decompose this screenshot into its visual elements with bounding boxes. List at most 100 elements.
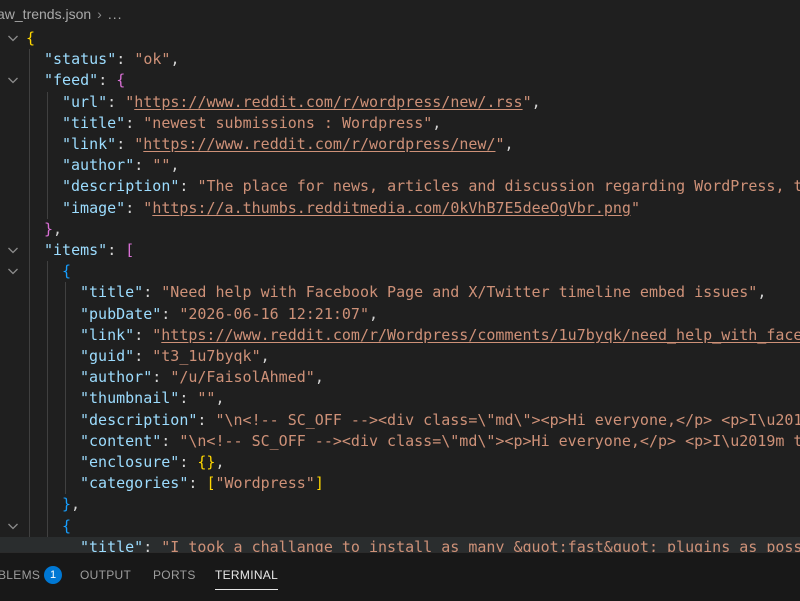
code-line[interactable]: { bbox=[0, 261, 800, 282]
code-line[interactable]: { bbox=[0, 516, 800, 537]
code-token: , bbox=[71, 495, 81, 514]
code-token: "link" bbox=[80, 325, 135, 344]
code-token: "author" bbox=[80, 368, 153, 387]
code-token: : bbox=[143, 283, 162, 302]
code-line[interactable]: "title": "I took a challange to install … bbox=[0, 536, 800, 552]
code-token: : bbox=[179, 389, 198, 408]
code-token: " bbox=[134, 135, 144, 153]
code-token: "thumbnail" bbox=[80, 389, 180, 408]
code-token: : bbox=[116, 50, 135, 69]
code-line[interactable]: "guid": "t3_1u7byqk", bbox=[0, 346, 800, 367]
code-token: "categories" bbox=[80, 474, 189, 493]
code-line[interactable]: "title": "Need help with Facebook Page a… bbox=[0, 282, 800, 303]
code-line[interactable]: "feed": { bbox=[0, 70, 800, 91]
code-line[interactable]: "image": "https://a.thumbs.redditmedia.c… bbox=[0, 198, 800, 219]
code-text: "categories": ["Wordpress"] bbox=[80, 473, 324, 494]
code-token: "link" bbox=[62, 135, 117, 153]
code-token: : bbox=[161, 431, 180, 450]
code-line[interactable]: "thumbnail": "", bbox=[0, 388, 800, 409]
code-token: , bbox=[215, 389, 225, 408]
code-token: : bbox=[179, 453, 198, 471]
code-token: : bbox=[161, 304, 180, 323]
code-text: "enclosure": {}, bbox=[80, 452, 225, 473]
tab-ports[interactable]: PORTS bbox=[153, 566, 196, 584]
tab-terminal-label: TERMINAL bbox=[215, 568, 279, 582]
code-token: "Need help with Facebook Page and X/Twit… bbox=[161, 283, 758, 302]
code-line[interactable]: "link": "https://www.reddit.com/r/Wordpr… bbox=[0, 325, 800, 346]
code-token: { bbox=[116, 71, 126, 90]
code-line[interactable]: "url": "https://www.reddit.com/r/wordpre… bbox=[0, 92, 800, 113]
code-token: "title" bbox=[80, 283, 144, 302]
breadcrumb-file[interactable]: aw_trends.json bbox=[0, 6, 91, 22]
code-editor[interactable]: {"status": "ok", "feed": {"url": "https:/… bbox=[0, 28, 800, 552]
panel-tab-bar: BLEMS 1 OUTPUT PORTS TERMINAL bbox=[0, 552, 800, 601]
code-token: : bbox=[179, 177, 198, 196]
code-text: "items": [ bbox=[44, 240, 134, 261]
code-line[interactable]: "categories": ["Wordpress"] bbox=[0, 473, 800, 494]
code-line[interactable]: "pubDate": "2026-06-16 12:21:07", bbox=[0, 304, 800, 325]
code-link[interactable]: https://www.reddit.com/r/Wordpress/comme… bbox=[161, 326, 800, 344]
code-token: "\n<!-- SC_OFF --><div class=\"md\"><p>H… bbox=[179, 431, 800, 450]
code-token: "I took a challange to install as many &… bbox=[161, 537, 800, 552]
code-text: { bbox=[62, 516, 71, 537]
tab-output-label: OUTPUT bbox=[80, 568, 132, 582]
code-token: } bbox=[44, 219, 54, 238]
code-token: "author" bbox=[62, 156, 135, 175]
code-token: " bbox=[495, 135, 505, 153]
code-line[interactable]: "title": "newest submissions : Wordpress… bbox=[0, 113, 800, 134]
code-token: : bbox=[107, 241, 126, 259]
tab-output[interactable]: OUTPUT bbox=[80, 566, 131, 584]
code-text: "thumbnail": "", bbox=[80, 388, 225, 409]
code-token: "image" bbox=[62, 198, 126, 217]
code-text: "link": "https://www.reddit.com/r/wordpr… bbox=[62, 134, 514, 155]
code-text: "feed": { bbox=[44, 70, 125, 91]
code-token: "2026-06-16 12:21:07" bbox=[179, 304, 369, 323]
problems-count-badge: 1 bbox=[44, 566, 63, 584]
code-token: " bbox=[522, 92, 532, 111]
code-link[interactable]: https://a.thumbs.redditmedia.com/0kVhB7E… bbox=[152, 199, 631, 217]
code-token: "\n<!-- SC_OFF --><div class=\"md\"><p>H… bbox=[215, 410, 800, 429]
tab-problems[interactable]: BLEMS 1 bbox=[0, 566, 63, 584]
code-token: , bbox=[504, 135, 514, 153]
code-line[interactable]: "enclosure": {}, bbox=[0, 452, 800, 473]
code-token: : bbox=[134, 325, 153, 344]
code-line[interactable]: { bbox=[0, 28, 800, 49]
code-token: , bbox=[369, 304, 379, 323]
code-token: [ bbox=[125, 241, 135, 259]
code-token: "" bbox=[152, 156, 171, 175]
fold-chevron-icon[interactable] bbox=[7, 516, 21, 537]
code-token: : bbox=[188, 474, 207, 493]
tab-terminal[interactable]: TERMINAL bbox=[215, 566, 279, 590]
code-line[interactable]: "description": "\n<!-- SC_OFF --><div cl… bbox=[0, 410, 800, 431]
code-line[interactable]: "content": "\n<!-- SC_OFF --><div class=… bbox=[0, 431, 800, 452]
code-line[interactable]: "author": "/u/FaisolAhmed", bbox=[0, 367, 800, 388]
code-token: : bbox=[107, 92, 126, 111]
fold-chevron-icon[interactable] bbox=[7, 261, 21, 282]
code-line[interactable]: "status": "ok", bbox=[0, 49, 800, 70]
code-token: " bbox=[630, 198, 640, 217]
breadcrumb-separator: › bbox=[97, 6, 102, 22]
code-token: "status" bbox=[44, 50, 117, 69]
fold-chevron-icon[interactable] bbox=[7, 28, 21, 49]
code-token: , bbox=[531, 92, 541, 111]
code-token: "pubDate" bbox=[80, 304, 162, 323]
fold-chevron-icon[interactable] bbox=[7, 70, 21, 91]
breadcrumb-more[interactable]: ... bbox=[108, 6, 123, 22]
code-token: ] bbox=[314, 474, 324, 493]
code-token: , bbox=[53, 219, 63, 238]
code-line[interactable]: "link": "https://www.reddit.com/r/wordpr… bbox=[0, 134, 800, 155]
code-token: : bbox=[125, 198, 144, 217]
code-text: "title": "newest submissions : Wordpress… bbox=[62, 113, 441, 134]
code-link[interactable]: https://www.reddit.com/r/wordpress/new/ bbox=[143, 135, 495, 153]
code-link[interactable]: https://www.reddit.com/r/wordpress/new/.… bbox=[134, 93, 522, 111]
code-token: " bbox=[152, 325, 162, 344]
code-token: : bbox=[143, 537, 162, 552]
code-line[interactable]: }, bbox=[0, 494, 800, 515]
code-line[interactable]: }, bbox=[0, 219, 800, 240]
code-text: "title": "I took a challange to install … bbox=[80, 537, 800, 552]
code-line[interactable]: "items": [ bbox=[0, 240, 800, 261]
code-token: , bbox=[215, 453, 225, 471]
fold-chevron-icon[interactable] bbox=[7, 240, 21, 261]
code-line[interactable]: "author": "", bbox=[0, 155, 800, 176]
code-line[interactable]: "description": "The place for news, arti… bbox=[0, 176, 800, 197]
